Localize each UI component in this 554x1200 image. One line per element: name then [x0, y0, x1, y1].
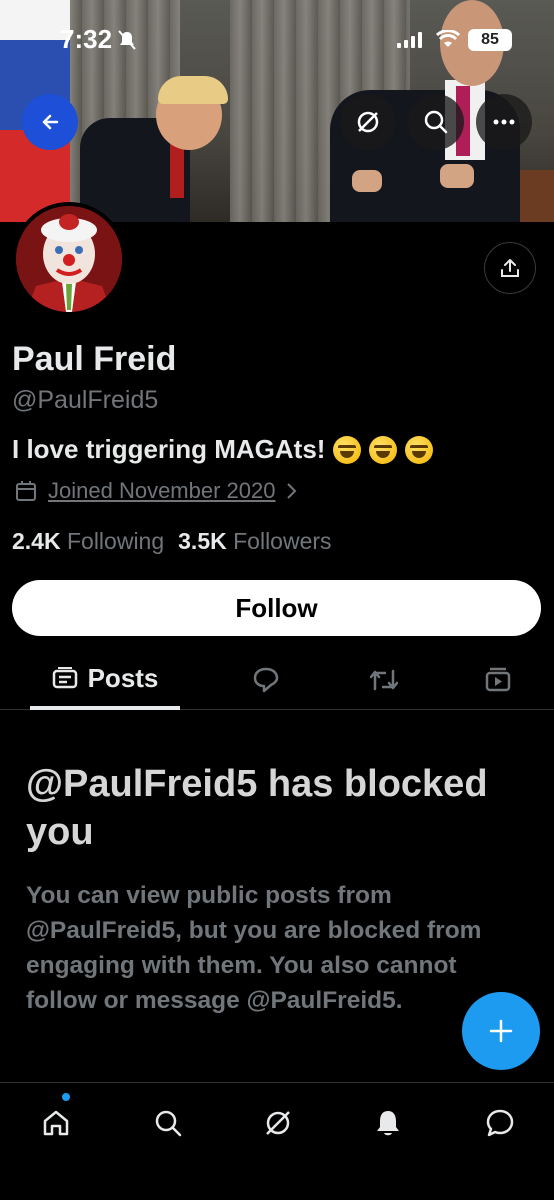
- followers-link[interactable]: 3.5K Followers: [178, 528, 331, 555]
- grok-button[interactable]: [340, 94, 396, 150]
- follow-button[interactable]: Follow: [12, 580, 541, 636]
- reposts-icon: [369, 669, 399, 691]
- tab-reposts[interactable]: [354, 650, 414, 710]
- share-button[interactable]: [484, 242, 536, 294]
- nav-messages[interactable]: [478, 1101, 522, 1145]
- clown-avatar-image: [16, 206, 122, 312]
- signal-icon: [397, 32, 423, 53]
- blocked-title: @PaulFreid5 has blocked you: [26, 763, 488, 853]
- status-time: 7:32: [60, 24, 113, 54]
- arrow-left-icon: [42, 114, 59, 130]
- following-count: 2.4K: [12, 528, 61, 554]
- profile-tabs: Posts: [0, 650, 554, 710]
- grok-icon: [266, 1111, 290, 1135]
- profile-handle: @PaulFreid5: [12, 386, 159, 414]
- search-button[interactable]: [408, 94, 464, 150]
- chevron-right-icon: [287, 483, 297, 499]
- profile-bio: I love triggering MAGAts!: [12, 434, 434, 465]
- home-icon: [43, 1110, 69, 1136]
- messages-icon: [486, 1109, 514, 1137]
- avatar[interactable]: [12, 202, 126, 316]
- nav-search[interactable]: [146, 1101, 190, 1145]
- calendar-icon: [16, 481, 36, 501]
- status-bar: 7:32 85: [0, 24, 554, 64]
- nav-home[interactable]: [34, 1101, 78, 1145]
- tab-posts-label: Posts: [87, 662, 159, 693]
- tab-replies[interactable]: [236, 650, 296, 710]
- posts-icon: [52, 667, 77, 689]
- bio-text: I love triggering MAGAts!: [12, 434, 326, 464]
- compose-post-button[interactable]: [462, 992, 540, 1070]
- followers-count: 3.5K: [178, 528, 227, 554]
- bell-muted-icon: [118, 30, 136, 55]
- tab-posts[interactable]: Posts: [30, 650, 180, 710]
- share-icon: [501, 259, 519, 277]
- more-dots-icon: [493, 119, 515, 125]
- media-icon: [485, 667, 511, 692]
- following-link[interactable]: 2.4K Following: [12, 528, 164, 555]
- grinning-squinting-face-icon: [333, 435, 362, 464]
- tab-media[interactable]: [468, 650, 528, 710]
- search-icon: [155, 1110, 182, 1137]
- notifications-icon: [377, 1111, 399, 1136]
- grok-icon: [357, 111, 379, 133]
- blocked-message: You can view public posts from @PaulFrei…: [26, 882, 482, 1014]
- follow-stats: 2.4K Following 3.5K Followers: [12, 528, 332, 555]
- following-label: Following: [66, 528, 165, 554]
- more-button[interactable]: [476, 94, 532, 150]
- home-notification-dot: [62, 1093, 70, 1101]
- nav-grok[interactable]: [256, 1101, 300, 1145]
- wifi-icon: [435, 29, 461, 53]
- back-button[interactable]: [22, 94, 78, 150]
- plus-icon: [489, 1019, 513, 1043]
- grinning-squinting-face-icon: [369, 435, 398, 464]
- bottom-nav: [0, 1082, 554, 1200]
- profile-name: Paul Freid: [12, 340, 177, 378]
- followers-label: Followers: [233, 528, 332, 554]
- replies-icon: [253, 667, 279, 693]
- battery-indicator: 85: [468, 29, 512, 51]
- search-icon: [424, 110, 448, 134]
- joined-date[interactable]: Joined November 2020: [14, 478, 297, 504]
- nav-notifications[interactable]: [366, 1101, 410, 1145]
- joined-label[interactable]: Joined November 2020: [48, 478, 275, 504]
- grinning-squinting-face-icon: [405, 435, 434, 464]
